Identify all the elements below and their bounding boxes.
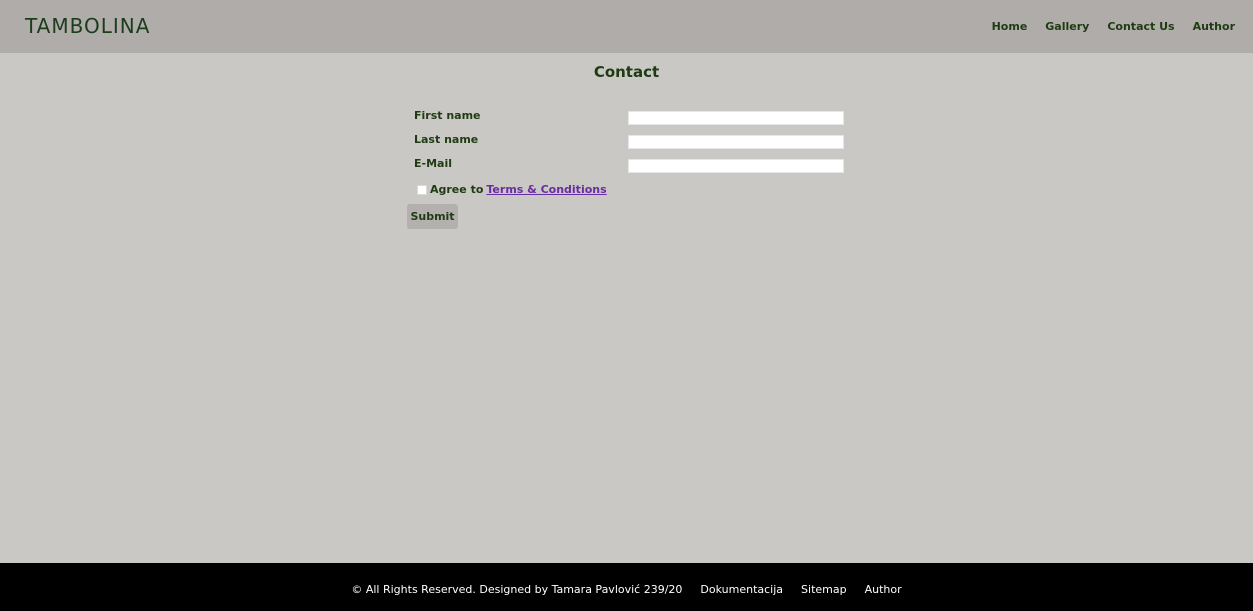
last-name-row: Last name: [407, 128, 857, 152]
footer-author-link[interactable]: Author: [865, 583, 902, 596]
submit-button[interactable]: Submit: [407, 204, 458, 229]
nav-author-link[interactable]: Author: [1193, 20, 1235, 33]
site-footer: © All Rights Reserved. Designed by Tamar…: [0, 563, 1253, 611]
contact-form: First name Last name E-Mail Agree to Ter…: [407, 104, 857, 229]
nav-home-link[interactable]: Home: [992, 20, 1028, 33]
first-name-input[interactable]: [628, 111, 844, 125]
agree-terms-checkbox[interactable]: [417, 184, 427, 195]
first-name-label: First name: [414, 109, 481, 122]
footer-copyright: © All Rights Reserved. Designed by Tamar…: [351, 583, 683, 596]
site-logo[interactable]: TAMBOLINA: [25, 14, 150, 38]
email-label: E-Mail: [414, 157, 452, 170]
footer-content: © All Rights Reserved. Designed by Tamar…: [0, 583, 1253, 596]
main-nav: Home Gallery Contact Us Author: [992, 20, 1235, 33]
last-name-label: Last name: [414, 133, 479, 146]
agree-terms-row: Agree to Terms & Conditions: [417, 183, 607, 196]
footer-sitemap-link[interactable]: Sitemap: [801, 583, 847, 596]
email-input[interactable]: [628, 159, 844, 173]
page-title: Contact: [593, 63, 660, 81]
first-name-row: First name: [407, 104, 857, 128]
footer-dokumentacija-link[interactable]: Dokumentacija: [700, 583, 783, 596]
last-name-input[interactable]: [628, 135, 844, 149]
nav-contact-us-link[interactable]: Contact Us: [1107, 20, 1174, 33]
agree-terms-label: Agree to: [430, 183, 484, 196]
site-header: TAMBOLINA Home Gallery Contact Us Author: [0, 0, 1253, 53]
terms-conditions-link[interactable]: Terms & Conditions: [486, 183, 606, 196]
nav-gallery-link[interactable]: Gallery: [1045, 20, 1089, 33]
email-row: E-Mail: [407, 152, 857, 176]
